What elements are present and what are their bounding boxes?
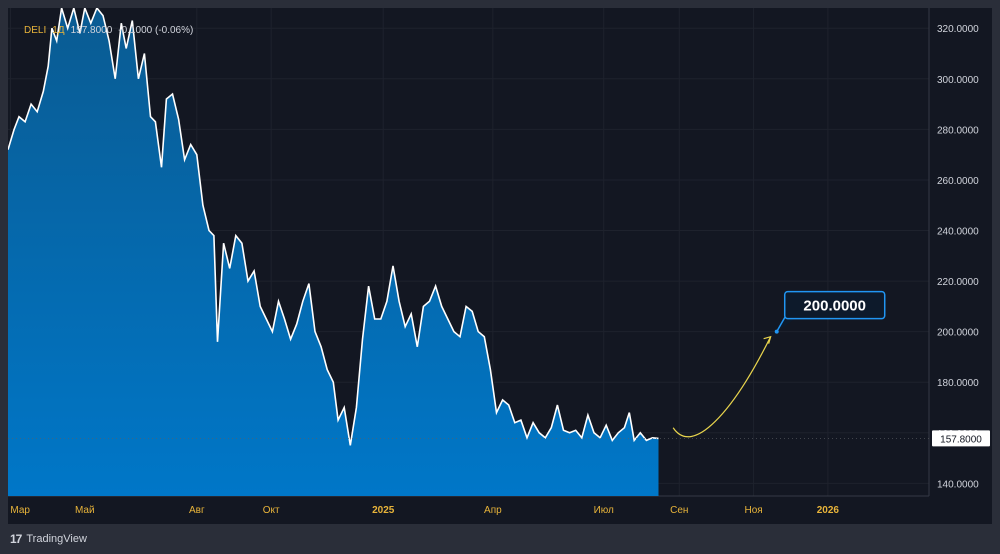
- annotations: 200.0000: [774, 290, 886, 334]
- y-tick-label: 300.0000: [937, 75, 979, 86]
- chart-window: 140.0000160.0000180.0000200.0000220.0000…: [0, 0, 1000, 554]
- x-tick-label: 2025: [372, 505, 395, 516]
- legend-change: -0.1000 (-0.06%): [118, 24, 194, 36]
- symbol-legend[interactable]: DELI 1Д 157.8000 -0.1000 (-0.06%): [24, 22, 193, 38]
- y-tick-label: 240.0000: [937, 227, 979, 238]
- target-label: 200.0000: [803, 298, 866, 315]
- x-tick-label: Сен: [670, 505, 688, 516]
- x-tick-label: 2026: [817, 505, 840, 516]
- y-tick-label: 280.0000: [937, 125, 979, 136]
- callout-pointer: [776, 316, 797, 333]
- x-axis[interactable]: Мар Май Авг Окт 2025 Апр Июл Сен Ноя 2026: [10, 505, 839, 516]
- legend-symbol[interactable]: DELI: [24, 25, 46, 36]
- x-tick-label: Апр: [484, 505, 502, 516]
- legend-last-price: 157.8000: [70, 24, 113, 36]
- x-tick-label: Май: [75, 505, 95, 516]
- y-tick-label: 180.0000: [937, 378, 979, 389]
- legend-interval[interactable]: 1Д: [52, 25, 64, 36]
- chart-panel[interactable]: 140.0000160.0000180.0000200.0000220.0000…: [8, 8, 992, 524]
- last-price-label: 157.8000: [940, 434, 982, 445]
- x-tick-label: Ноя: [744, 505, 762, 516]
- branding[interactable]: 17 TradingView: [10, 530, 87, 548]
- y-tick-label: 220.0000: [937, 277, 979, 288]
- x-tick-label: Июл: [594, 505, 614, 516]
- y-tick-label: 140.0000: [937, 479, 979, 490]
- brand-name: TradingView: [26, 533, 87, 545]
- y-tick-label: 320.0000: [937, 24, 979, 35]
- tradingview-logo-icon: 17: [10, 532, 22, 546]
- y-tick-label: 260.0000: [937, 176, 979, 187]
- x-tick-label: Окт: [263, 505, 280, 516]
- price-chart[interactable]: 140.0000160.0000180.0000200.0000220.0000…: [8, 8, 992, 524]
- x-tick-label: Мар: [10, 505, 30, 516]
- y-tick-label: 200.0000: [937, 328, 979, 339]
- x-tick-label: Авг: [189, 505, 205, 516]
- projection-curve[interactable]: [672, 336, 772, 438]
